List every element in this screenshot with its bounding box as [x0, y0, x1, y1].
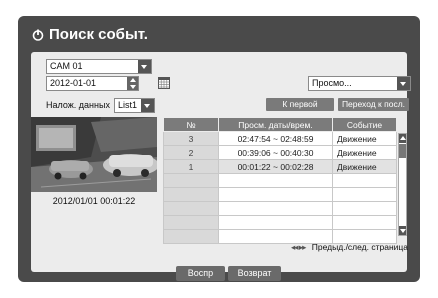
first-button[interactable]: К первой	[266, 98, 334, 111]
table-row[interactable]: 2 00:39:06 ~ 00:40:30 Движение	[163, 145, 397, 160]
table-row-empty[interactable]	[163, 173, 397, 188]
date-field[interactable]: 2012-01-01	[46, 76, 139, 91]
page-nav-label: Предыд./след. страница	[311, 242, 408, 252]
chevron-down-icon[interactable]	[138, 60, 151, 73]
calendar-icon[interactable]	[158, 77, 170, 89]
table-row[interactable]: 3 02:47:54 ~ 02:48:59 Движение	[163, 131, 397, 146]
chevron-down-icon[interactable]	[397, 77, 410, 90]
preview-image	[31, 117, 157, 192]
cell-no: 1	[163, 159, 219, 174]
table-header: № Просм. даты/врем. Событие	[163, 117, 397, 132]
scroll-up-icon[interactable]	[399, 134, 406, 143]
scroll-thumb[interactable]	[399, 144, 406, 158]
page-nav[interactable]: ◂◂ ▸▸ Предыд./след. страница	[291, 242, 408, 253]
search-type-select[interactable]: Просмо...	[308, 76, 411, 91]
date-field-value: 2012-01-01	[50, 78, 97, 88]
cell-no: 3	[163, 131, 219, 146]
last-button[interactable]: Переход к посл.	[338, 98, 409, 111]
cell-event: Движение	[332, 131, 397, 146]
page-arrows-icon[interactable]: ◂◂ ▸▸	[291, 242, 306, 252]
spinner-icon[interactable]	[127, 77, 138, 90]
col-header-event: Событие	[332, 117, 397, 132]
scroll-down-icon[interactable]	[399, 226, 406, 235]
window-title-text: Поиск событ.	[49, 26, 148, 43]
cell-time: 02:47:54 ~ 02:48:59	[218, 131, 333, 146]
table-scrollbar[interactable]	[398, 133, 407, 236]
cell-event: Движение	[332, 145, 397, 160]
chevron-down-icon[interactable]	[141, 99, 154, 112]
camera-select-value: CAM 01	[50, 61, 83, 71]
overlap-label: Налож. данных	[46, 100, 110, 110]
cell-event: Движение	[332, 159, 397, 174]
col-header-no: №	[163, 117, 219, 132]
cell-time: 00:39:06 ~ 00:40:30	[218, 145, 333, 160]
cell-time: 00:01:22 ~ 00:02:28	[218, 159, 333, 174]
overlap-select[interactable]: List1	[114, 98, 155, 113]
power-icon	[32, 29, 44, 41]
table-row[interactable]: 1 00:01:22 ~ 00:02:28 Движение	[163, 159, 397, 174]
camera-select[interactable]: CAM 01	[46, 59, 152, 74]
table-row-empty[interactable]	[163, 215, 397, 230]
table-row-empty[interactable]	[163, 201, 397, 216]
search-type-value: Просмо...	[312, 78, 352, 88]
event-table: № Просм. даты/врем. Событие 3 02:47:54 ~…	[163, 117, 397, 244]
back-button[interactable]: Возврат	[228, 266, 281, 281]
cell-no: 2	[163, 145, 219, 160]
col-header-time: Просм. даты/врем.	[218, 117, 333, 132]
table-row-empty[interactable]	[163, 187, 397, 202]
window-title: Поиск событ.	[32, 26, 148, 43]
play-button[interactable]: Воспр	[176, 266, 225, 281]
preview-timestamp: 2012/01/01 00:01:22	[52, 196, 136, 206]
overlap-select-value: List1	[118, 100, 138, 110]
